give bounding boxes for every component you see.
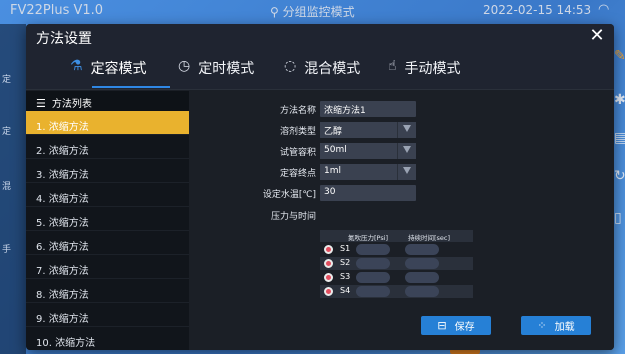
endpoint-value: 1ml xyxy=(324,166,341,176)
method-list-title: 方法列表 xyxy=(51,99,92,110)
stage-checkbox[interactable] xyxy=(324,245,333,254)
method-list-header: ☰ 方法列表 xyxy=(26,91,189,111)
stage-row-s3: S3 xyxy=(320,271,473,284)
list-item[interactable]: 2. 浓缩方法 xyxy=(26,135,189,159)
stage-checkbox[interactable] xyxy=(324,259,333,268)
list-item[interactable]: 10. 浓缩方法 xyxy=(26,327,189,350)
pressure-table-header: 氮吹压力[Psi] 持续时间[sec] xyxy=(320,230,473,242)
list-item[interactable]: 5. 浓缩方法 xyxy=(26,207,189,231)
chevron-down-icon xyxy=(403,146,411,153)
water-temp-label: 设定水温[℃] xyxy=(262,190,316,200)
monitor-mode: ⚲ 分组监控模式 xyxy=(270,5,355,19)
stage-row-s2: S2 xyxy=(320,257,473,270)
load-button[interactable]: ⁘ 加载 xyxy=(521,316,591,335)
method-name-input[interactable]: 浓缩方法1 xyxy=(320,101,416,117)
pressure-column-header: 氮吹压力[Psi] xyxy=(348,234,389,242)
save-button[interactable]: ⊟ 保存 xyxy=(421,316,491,335)
clock-icon: ◷ xyxy=(178,58,191,74)
hand-icon: ☝ xyxy=(388,58,397,74)
list-item[interactable]: 1. 浓缩方法 xyxy=(26,111,189,135)
mode-tabs: ⚗ 定容模式 ◷ 定时模式 ◌ 混合模式 ☝ 手动模式 xyxy=(26,50,614,90)
select-divider xyxy=(397,143,398,159)
tube-volume-select[interactable]: 50ml xyxy=(320,143,416,159)
edit-icon: ✎ xyxy=(614,48,625,64)
duration-input[interactable] xyxy=(405,286,439,297)
sidebar-item-label: 手 xyxy=(2,245,12,255)
refresh-icon: ↻ xyxy=(614,168,625,184)
tab-manual-mode[interactable]: ☝ 手动模式 xyxy=(388,58,461,86)
stage-label: S2 xyxy=(340,258,351,267)
tab-mixed-mode[interactable]: ◌ 混合模式 xyxy=(284,58,360,86)
endpoint-label: 定容终点 xyxy=(279,169,316,179)
stage-label: S1 xyxy=(340,244,351,253)
flask-icon: ⚗ xyxy=(70,58,83,74)
chevron-down-icon xyxy=(403,125,411,132)
list-icon: ☰ xyxy=(36,97,46,110)
clipboard-icon: ▯ xyxy=(614,210,622,226)
save-label: 保存 xyxy=(454,322,475,333)
pressure-input[interactable] xyxy=(356,258,390,269)
tab-timed-mode[interactable]: ◷ 定时模式 xyxy=(178,58,254,86)
method-form: 方法名称 浓缩方法1 溶剂类型 乙醇 试管容积 50ml 定容终点 1ml 设定… xyxy=(189,91,614,350)
clock-readout: 2022-02-15 14:53 xyxy=(483,3,592,17)
duration-input[interactable] xyxy=(405,244,439,255)
spinner-icon: ◌ xyxy=(284,58,297,74)
stage-label: S3 xyxy=(340,272,351,281)
solvent-value: 乙醇 xyxy=(324,127,343,137)
stage-row-s4: S4 xyxy=(320,285,473,298)
close-button[interactable]: ✕ xyxy=(586,25,608,47)
water-temp-input[interactable]: 30 xyxy=(320,185,416,201)
tab-volume-mode[interactable]: ⚗ 定容模式 xyxy=(70,58,147,86)
list-item[interactable]: 6. 浓缩方法 xyxy=(26,231,189,255)
duration-input[interactable] xyxy=(405,258,439,269)
settings-icon: ✱ xyxy=(614,92,625,108)
tube-volume-value: 50ml xyxy=(324,145,347,155)
stage-checkbox[interactable] xyxy=(324,273,333,282)
app-title: FV22Plus V1.0 xyxy=(10,3,104,18)
endpoint-select[interactable]: 1ml xyxy=(320,164,416,180)
duration-input[interactable] xyxy=(405,272,439,283)
method-settings-dialog: 方法设置 ✕ ⚗ 定容模式 ◷ 定时模式 ◌ 混合模式 ☝ 手动模式 ☰ 方法列表… xyxy=(26,24,614,350)
wifi-icon: ◠ xyxy=(598,2,610,17)
pressure-input[interactable] xyxy=(356,272,390,283)
list-icon: ▤ xyxy=(614,130,625,146)
method-name-label: 方法名称 xyxy=(279,106,316,116)
pressure-input[interactable] xyxy=(356,286,390,297)
sidebar-item-label: 定 xyxy=(2,127,12,137)
tube-volume-label: 试管容积 xyxy=(279,148,316,158)
list-item[interactable]: 9. 浓缩方法 xyxy=(26,303,189,327)
list-item[interactable]: 3. 浓缩方法 xyxy=(26,159,189,183)
stage-row-s1: S1 xyxy=(320,243,473,256)
status-bar: FV22Plus V1.0 ⚲ 分组监控模式 2022-02-15 14:53 … xyxy=(0,0,625,24)
stage-checkbox[interactable] xyxy=(324,287,333,296)
dialog-title: 方法设置 xyxy=(36,31,92,47)
solvent-select[interactable]: 乙醇 xyxy=(320,122,416,138)
sidebar-item-label: 定 xyxy=(2,75,12,85)
tab-label: 定容模式 xyxy=(90,61,147,77)
pressure-input[interactable] xyxy=(356,244,390,255)
chevron-down-icon xyxy=(403,167,411,174)
tab-label: 混合模式 xyxy=(304,61,361,77)
load-label: 加载 xyxy=(554,322,575,333)
list-item[interactable]: 7. 浓缩方法 xyxy=(26,255,189,279)
background-toolbar: ✎ ✱ ▤ ↻ ▯ xyxy=(614,40,625,320)
tab-label: 手动模式 xyxy=(404,61,461,77)
select-divider xyxy=(397,122,398,138)
duration-column-header: 持续时间[sec] xyxy=(408,234,451,242)
active-tab-indicator xyxy=(92,86,170,88)
sidebar-item-label: 混 xyxy=(2,182,12,192)
select-divider xyxy=(397,164,398,180)
list-item[interactable]: 8. 浓缩方法 xyxy=(26,279,189,303)
save-icon: ⊟ xyxy=(437,319,447,332)
solvent-label: 溶剂类型 xyxy=(279,127,316,137)
method-list: ☰ 方法列表 1. 浓缩方法 2. 浓缩方法 3. 浓缩方法 4. 浓缩方法 5.… xyxy=(26,91,189,350)
list-item[interactable]: 4. 浓缩方法 xyxy=(26,183,189,207)
stage-label: S4 xyxy=(340,286,351,295)
background-sidebar: 定 定 混 手 xyxy=(0,24,26,354)
tab-label: 定时模式 xyxy=(198,61,255,77)
load-icon: ⁘ xyxy=(537,319,547,332)
pressure-time-label: 压力与时间 xyxy=(270,212,316,222)
dialog-header: 方法设置 ✕ xyxy=(26,24,614,50)
